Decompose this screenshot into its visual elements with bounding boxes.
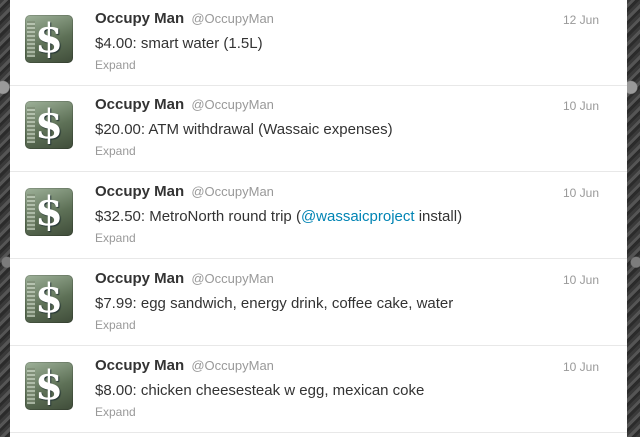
avatar[interactable]: $ (25, 362, 73, 410)
tweet-text: $7.99: egg sandwich, energy drink, coffe… (95, 295, 454, 312)
avatar[interactable]: $ (25, 188, 73, 236)
tweet-header: Occupy Man @OccupyMan (95, 183, 274, 200)
dollar-sign-icon: $ (35, 362, 63, 409)
expand-link[interactable]: Expand (95, 58, 136, 72)
avatar[interactable]: $ (25, 15, 73, 63)
dollar-sign-icon: $ (35, 188, 63, 235)
tweet-text: $4.00: smart water (1.5L) (95, 35, 263, 52)
user-fullname[interactable]: Occupy Man (95, 96, 184, 113)
background-photo-left (0, 0, 10, 437)
tweet-header: Occupy Man @OccupyMan (95, 96, 274, 113)
tweet-text: $32.50: MetroNorth round trip (@wassaicp… (95, 208, 462, 225)
tweet-item[interactable]: $ Occupy Man @OccupyMan 10 Jun $20.00: A… (10, 86, 627, 172)
expand-link[interactable]: Expand (95, 318, 136, 332)
user-fullname[interactable]: Occupy Man (95, 270, 184, 287)
tweet-header: Occupy Man @OccupyMan (95, 270, 274, 287)
tweet-timeline: $ Occupy Man @OccupyMan 12 Jun $4.00: sm… (10, 0, 627, 437)
tweet-text: $8.00: chicken cheesesteak w egg, mexica… (95, 382, 425, 399)
user-fullname[interactable]: Occupy Man (95, 10, 184, 27)
tweet-timestamp[interactable]: 10 Jun (563, 186, 599, 200)
tweet-text: $20.00: ATM withdrawal (Wassaic expenses… (95, 121, 393, 138)
background-photo-right (627, 0, 640, 437)
dollar-sign-icon: $ (35, 15, 63, 62)
expand-link[interactable]: Expand (95, 231, 136, 245)
tweet-text-after: install) (414, 208, 463, 225)
dollar-sign-icon: $ (35, 101, 63, 148)
tweet-item[interactable]: $ Occupy Man @OccupyMan 12 Jun $4.00: sm… (10, 0, 627, 86)
user-handle[interactable]: @OccupyMan (191, 184, 274, 199)
user-fullname[interactable]: Occupy Man (95, 183, 184, 200)
user-handle[interactable]: @OccupyMan (191, 271, 274, 286)
expand-link[interactable]: Expand (95, 144, 136, 158)
user-handle[interactable]: @OccupyMan (191, 358, 274, 373)
tweet-item[interactable]: $ Occupy Man @OccupyMan 10 Jun $32.50: M… (10, 173, 627, 259)
tweet-item[interactable]: $ Occupy Man @OccupyMan 10 Jun $7.99: eg… (10, 260, 627, 346)
tweet-header: Occupy Man @OccupyMan (95, 357, 274, 374)
user-handle[interactable]: @OccupyMan (191, 97, 274, 112)
mention-link[interactable]: @wassaicproject (301, 208, 415, 225)
tweet-header: Occupy Man @OccupyMan (95, 10, 274, 27)
tweet-timestamp[interactable]: 10 Jun (563, 99, 599, 113)
avatar[interactable]: $ (25, 101, 73, 149)
tweet-text-before: $32.50: MetroNorth round trip ( (95, 208, 301, 225)
dollar-sign-icon: $ (35, 275, 63, 322)
tweet-timestamp[interactable]: 10 Jun (563, 273, 599, 287)
tweet-timestamp[interactable]: 12 Jun (563, 13, 599, 27)
tweet-timestamp[interactable]: 10 Jun (563, 360, 599, 374)
avatar[interactable]: $ (25, 275, 73, 323)
user-fullname[interactable]: Occupy Man (95, 357, 184, 374)
expand-link[interactable]: Expand (95, 405, 136, 419)
user-handle[interactable]: @OccupyMan (191, 11, 274, 26)
tweet-item[interactable]: $ Occupy Man @OccupyMan 10 Jun $8.00: ch… (10, 347, 627, 433)
